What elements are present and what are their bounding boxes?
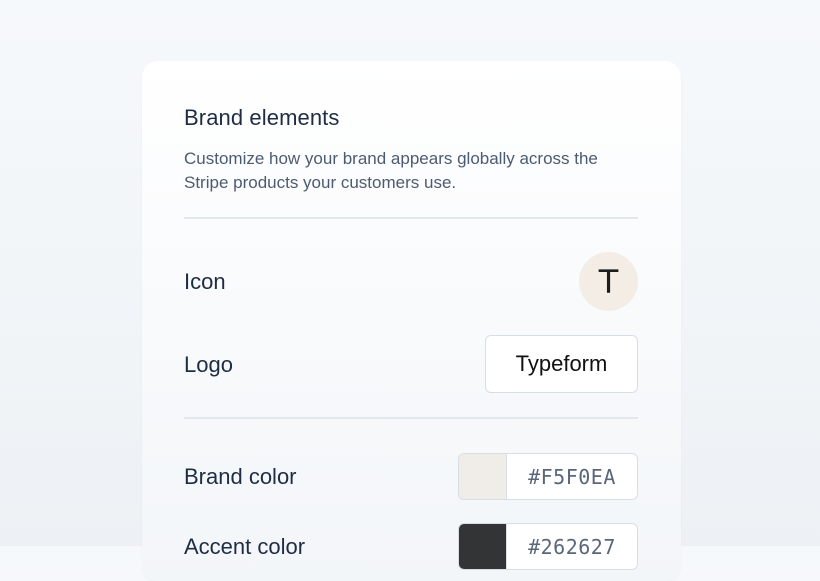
divider-middle [184,417,638,419]
brand-color-swatch[interactable] [459,454,507,499]
brand-color-label: Brand color [184,464,297,489]
brand-icon-upload[interactable]: T [579,252,638,311]
section-title: Brand elements [184,105,340,130]
icon-row-label: Icon [184,269,226,294]
brand-color-field[interactable]: #F5F0EA [458,453,638,500]
brand-logo-upload[interactable]: Typeform [485,335,638,393]
brand-logo-text: Typeform [515,351,608,376]
accent-color-field[interactable]: #262627 [458,523,638,570]
logo-row-label: Logo [184,352,233,377]
divider-top [184,217,638,219]
accent-color-hex-input[interactable]: #262627 [507,524,637,569]
brand-icon-letter: T [598,262,619,301]
brand-color-hex-input[interactable]: #F5F0EA [507,454,637,499]
accent-color-label: Accent color [184,534,306,559]
section-description: Customize how your brand appears globall… [184,149,598,192]
accent-color-swatch[interactable] [459,524,507,569]
brand-elements-card: Brand elements Customize how your brand … [142,61,681,581]
